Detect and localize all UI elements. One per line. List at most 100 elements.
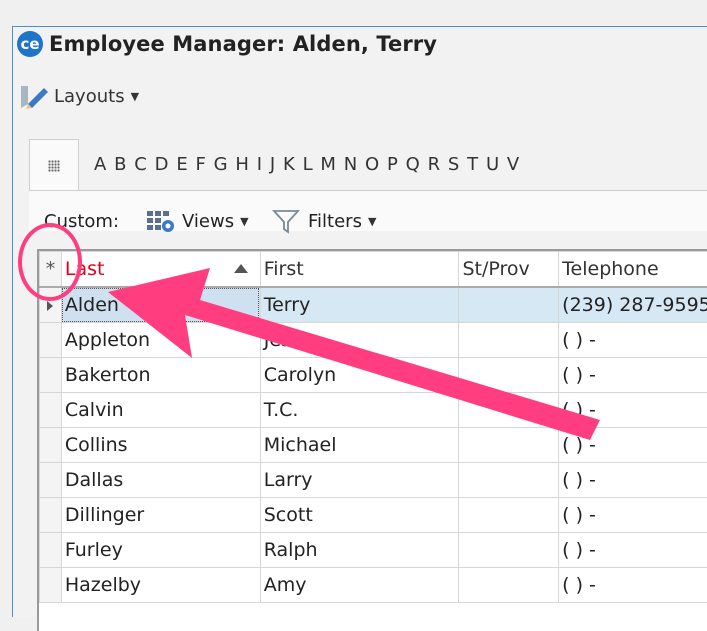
alpha-tab-p[interactable]: P <box>387 154 398 175</box>
cell-telephone[interactable]: ( ) - <box>559 498 707 533</box>
filters-label: Filters <box>308 211 362 232</box>
cell-telephone[interactable]: ( ) - <box>559 428 707 463</box>
cell-first[interactable]: Scott <box>260 498 459 533</box>
filters-dropdown-icon: ▼ <box>368 215 376 228</box>
current-row-indicator-icon <box>47 301 53 311</box>
alpha-tab-f[interactable]: F <box>196 154 206 175</box>
cell-first[interactable]: Michael <box>260 428 459 463</box>
cell-st-prov[interactable] <box>459 358 559 393</box>
cell-last[interactable]: Bakerton <box>61 358 260 393</box>
alpha-tab-b[interactable]: B <box>114 154 126 175</box>
app-logo-icon: ce <box>17 31 43 57</box>
alpha-tab-d[interactable]: D <box>155 154 169 175</box>
table-row[interactable]: FurleyRalph ( ) - <box>40 533 707 568</box>
cell-first[interactable]: Larry <box>260 463 459 498</box>
filters-menu-button[interactable]: Filters ▼ <box>272 208 376 234</box>
table-row[interactable]: CollinsMichael ( ) - <box>40 428 707 463</box>
title-bar: ce Employee Manager: Alden, Terry <box>17 30 437 58</box>
row-selector[interactable] <box>40 358 62 393</box>
cell-st-prov[interactable] <box>459 463 559 498</box>
cell-last[interactable]: Calvin <box>61 393 260 428</box>
cell-telephone[interactable]: ( ) - <box>559 568 707 603</box>
alpha-tab-v[interactable]: V <box>507 154 519 175</box>
tab-all[interactable] <box>29 139 79 192</box>
cell-first[interactable]: Amy <box>260 568 459 603</box>
cell-last[interactable]: Alden <box>61 287 260 323</box>
alpha-tab-e[interactable]: E <box>176 154 187 175</box>
row-selector[interactable] <box>40 428 62 463</box>
views-label: Views <box>182 211 234 232</box>
cell-telephone[interactable]: ( ) - <box>559 533 707 568</box>
row-selector[interactable] <box>40 323 62 358</box>
alpha-tab-q[interactable]: Q <box>406 154 420 175</box>
window-title: Employee Manager: Alden, Terry <box>49 32 437 56</box>
cell-telephone[interactable]: ( ) - <box>559 323 707 358</box>
alpha-tab-k[interactable]: K <box>283 154 295 175</box>
alpha-tab-c[interactable]: C <box>134 154 147 175</box>
custom-label: Custom: <box>44 211 119 232</box>
cell-last[interactable]: Furley <box>61 533 260 568</box>
table-row[interactable]: BakertonCarolyn ( ) - <box>40 358 707 393</box>
alpha-tab-t[interactable]: T <box>467 154 478 175</box>
cell-first[interactable]: Ralph <box>260 533 459 568</box>
cell-first[interactable]: T.C. <box>260 393 459 428</box>
alpha-tab-o[interactable]: O <box>365 154 379 175</box>
column-header-last-label: Last <box>65 258 105 280</box>
cell-last[interactable]: Appleton <box>61 323 260 358</box>
table-row[interactable]: DallasLarry ( ) - <box>40 463 707 498</box>
select-all-header[interactable]: * <box>40 252 62 288</box>
cell-st-prov[interactable] <box>459 533 559 568</box>
column-header-last[interactable]: Last <box>61 252 260 288</box>
row-selector[interactable] <box>40 463 62 498</box>
cell-telephone[interactable]: (239) 287-9595 <box>559 287 707 323</box>
cell-telephone[interactable]: ( ) - <box>559 393 707 428</box>
cell-st-prov[interactable] <box>459 498 559 533</box>
column-header-st-prov[interactable]: St/Prov <box>459 252 559 288</box>
alpha-tab-j[interactable]: J <box>270 154 275 175</box>
table-row[interactable]: HazelbyAmy ( ) - <box>40 568 707 603</box>
table-row[interactable]: AppletonJesh ( ) - <box>40 323 707 358</box>
column-header-telephone[interactable]: Telephone <box>559 252 707 288</box>
cell-last[interactable]: Collins <box>61 428 260 463</box>
layouts-dropdown-icon: ▼ <box>131 90 139 103</box>
cell-st-prov[interactable] <box>459 568 559 603</box>
alpha-tab-l[interactable]: L <box>303 154 313 175</box>
cell-first[interactable]: Carolyn <box>260 358 459 393</box>
alpha-tab-g[interactable]: G <box>214 154 228 175</box>
alpha-tab-u[interactable]: U <box>486 154 499 175</box>
cell-last[interactable]: Dillinger <box>61 498 260 533</box>
grid-icon <box>48 160 60 172</box>
cell-last[interactable]: Hazelby <box>61 568 260 603</box>
cell-st-prov[interactable] <box>459 287 559 323</box>
row-selector[interactable] <box>40 498 62 533</box>
layouts-menu-button[interactable]: Layouts ▼ <box>18 82 139 110</box>
row-selector[interactable] <box>40 287 62 323</box>
employee-grid: * Last First St/Prov Telephone AldenTerr… <box>37 249 707 631</box>
alpha-tab-n[interactable]: N <box>344 154 357 175</box>
views-icon <box>146 208 176 234</box>
alpha-tab-h[interactable]: H <box>235 154 249 175</box>
row-selector[interactable] <box>40 533 62 568</box>
views-menu-button[interactable]: Views ▼ <box>146 208 249 234</box>
cell-st-prov[interactable] <box>459 323 559 358</box>
cell-last[interactable]: Dallas <box>61 463 260 498</box>
employee-table: * Last First St/Prov Telephone AldenTerr… <box>39 251 707 603</box>
cell-st-prov[interactable] <box>459 393 559 428</box>
alpha-tab-i[interactable]: I <box>257 154 262 175</box>
filter-funnel-icon <box>272 208 300 234</box>
table-row[interactable]: AldenTerry (239) 287-9595 <box>40 287 707 323</box>
column-header-first[interactable]: First <box>260 252 459 288</box>
alpha-tab-m[interactable]: M <box>320 154 336 175</box>
cell-first[interactable]: Terry <box>260 287 459 323</box>
table-row[interactable]: CalvinT.C. ( ) - <box>40 393 707 428</box>
alpha-tab-a[interactable]: A <box>94 154 106 175</box>
cell-telephone[interactable]: ( ) - <box>559 358 707 393</box>
cell-st-prov[interactable] <box>459 428 559 463</box>
row-selector[interactable] <box>40 568 62 603</box>
alpha-tab-s[interactable]: S <box>448 154 459 175</box>
row-selector[interactable] <box>40 393 62 428</box>
alpha-tab-r[interactable]: R <box>428 154 441 175</box>
cell-first[interactable]: Jesh <box>260 323 459 358</box>
cell-telephone[interactable]: ( ) - <box>559 463 707 498</box>
table-row[interactable]: DillingerScott ( ) - <box>40 498 707 533</box>
